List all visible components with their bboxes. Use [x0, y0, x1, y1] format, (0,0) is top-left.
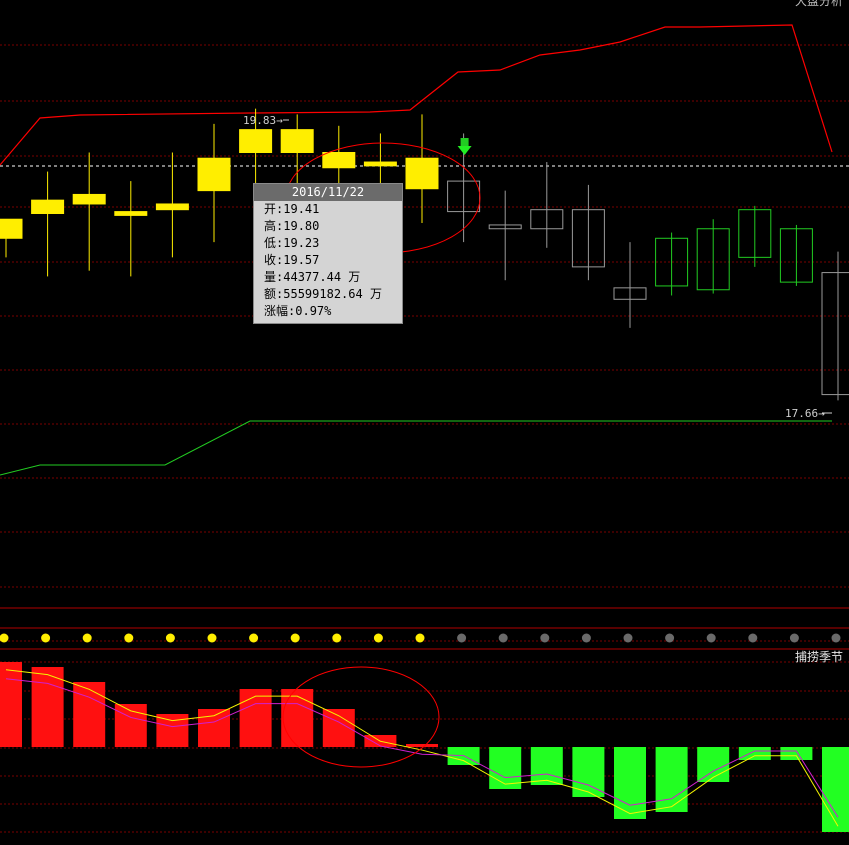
candle-body [72, 193, 106, 205]
histogram-bar [822, 747, 849, 832]
tooltip-label-open: 开 [264, 202, 277, 216]
signal-dot [831, 633, 841, 643]
tooltip-value-high: 19.80 [283, 219, 320, 233]
candle-body [0, 218, 23, 239]
histogram-bar [239, 689, 272, 747]
tooltip-label-high: 高 [264, 219, 277, 233]
tooltip-row-change: 涨幅:0.97% [264, 304, 332, 318]
candles-group [0, 108, 849, 401]
signal-dot [789, 633, 799, 643]
histogram-bar [73, 682, 106, 747]
signal-dot [540, 633, 550, 643]
ohlc-tooltip: 2016/11/22 开:19.41 高:19.80 低:19.23 收:19.… [253, 183, 403, 324]
signal-dot [0, 633, 9, 643]
signal-dot [498, 633, 508, 643]
signal-dot [748, 633, 758, 643]
stock-chart-window[interactable]: 大盘分析 19.83→ 17.66→ 2016/11/22 开:19.41 高:… [0, 0, 849, 841]
signal-dot [706, 633, 716, 643]
signal-dot [165, 633, 175, 643]
signal-dot [82, 633, 92, 643]
signal-dot [373, 633, 383, 643]
upper-channel-line [0, 24, 833, 166]
tooltip-label-amount: 额 [264, 287, 277, 301]
low-price-value: 17.66 [785, 407, 819, 420]
histogram-bar [530, 747, 563, 785]
histogram-bar [738, 747, 771, 760]
candle-body [239, 129, 273, 153]
candle-body [821, 272, 849, 396]
tooltip-label-change: 涨幅 [264, 304, 289, 318]
signal-dot [415, 633, 425, 643]
signal-dot [623, 633, 633, 643]
signal-dot [124, 633, 134, 643]
lower-channel-line [0, 420, 832, 476]
signal-dot [207, 633, 217, 643]
indicator-panel-title: 捕捞季节 [794, 650, 843, 664]
tooltip-row-close: 收:19.57 [264, 253, 320, 267]
candle-body [197, 157, 231, 192]
histogram-bar [0, 662, 22, 747]
tooltip-row-amount: 额:55599182.64 万 [264, 287, 382, 301]
low-arrow-icon: → [818, 407, 825, 420]
signal-dot [665, 633, 675, 643]
high-arrow-icon: → [276, 114, 283, 127]
tooltip-value-close: 19.57 [283, 253, 320, 267]
signal-dot [249, 633, 259, 643]
tooltip-date: 2016/11/22 [254, 184, 402, 201]
high-price-value: 19.83 [243, 114, 277, 127]
histogram-bar [572, 747, 605, 797]
tooltip-value-amount: 55599182.64 万 [283, 287, 382, 301]
histogram-bar [406, 744, 438, 747]
tooltip-value-volume: 44377.44 万 [283, 270, 361, 284]
candle-body [114, 211, 148, 216]
candle-body [31, 199, 65, 214]
candlestick-chart[interactable] [0, 0, 849, 841]
signal-dot [332, 633, 342, 643]
histogram-bar [780, 747, 813, 760]
signal-dot [41, 633, 51, 643]
candle-body [363, 161, 397, 167]
signal-dot [457, 633, 467, 643]
tooltip-value-open: 19.41 [283, 202, 320, 216]
low-price-marker: 17.66→ [785, 407, 825, 420]
tooltip-label-close: 收 [264, 253, 277, 267]
candle-body [155, 203, 189, 211]
signal-arrow-icon [460, 138, 469, 146]
signal-arrow-icon [457, 146, 472, 155]
histogram-bar [281, 689, 314, 747]
tooltip-label-low: 低 [264, 236, 277, 250]
histogram-bar [655, 747, 688, 812]
tooltip-row-volume: 量:44377.44 万 [264, 270, 361, 284]
candle-body [405, 157, 439, 190]
candle-body [322, 152, 356, 169]
tooltip-label-volume: 量 [264, 270, 277, 284]
histogram-bar [198, 709, 230, 747]
signal-dot [290, 633, 300, 643]
tooltip-value-change: 0.97% [295, 304, 332, 318]
signal-dots [0, 633, 841, 643]
tooltip-row-low: 低:19.23 [264, 236, 320, 250]
tooltip-row-high: 高:19.80 [264, 219, 320, 233]
tooltip-row-open: 开:19.41 [264, 202, 320, 216]
panel-title-main: 大盘分析 [794, 0, 843, 8]
signal-dot [581, 633, 591, 643]
tooltip-value-low: 19.23 [283, 236, 320, 250]
candle-body [280, 129, 314, 153]
high-price-marker: 19.83→ [243, 114, 283, 127]
